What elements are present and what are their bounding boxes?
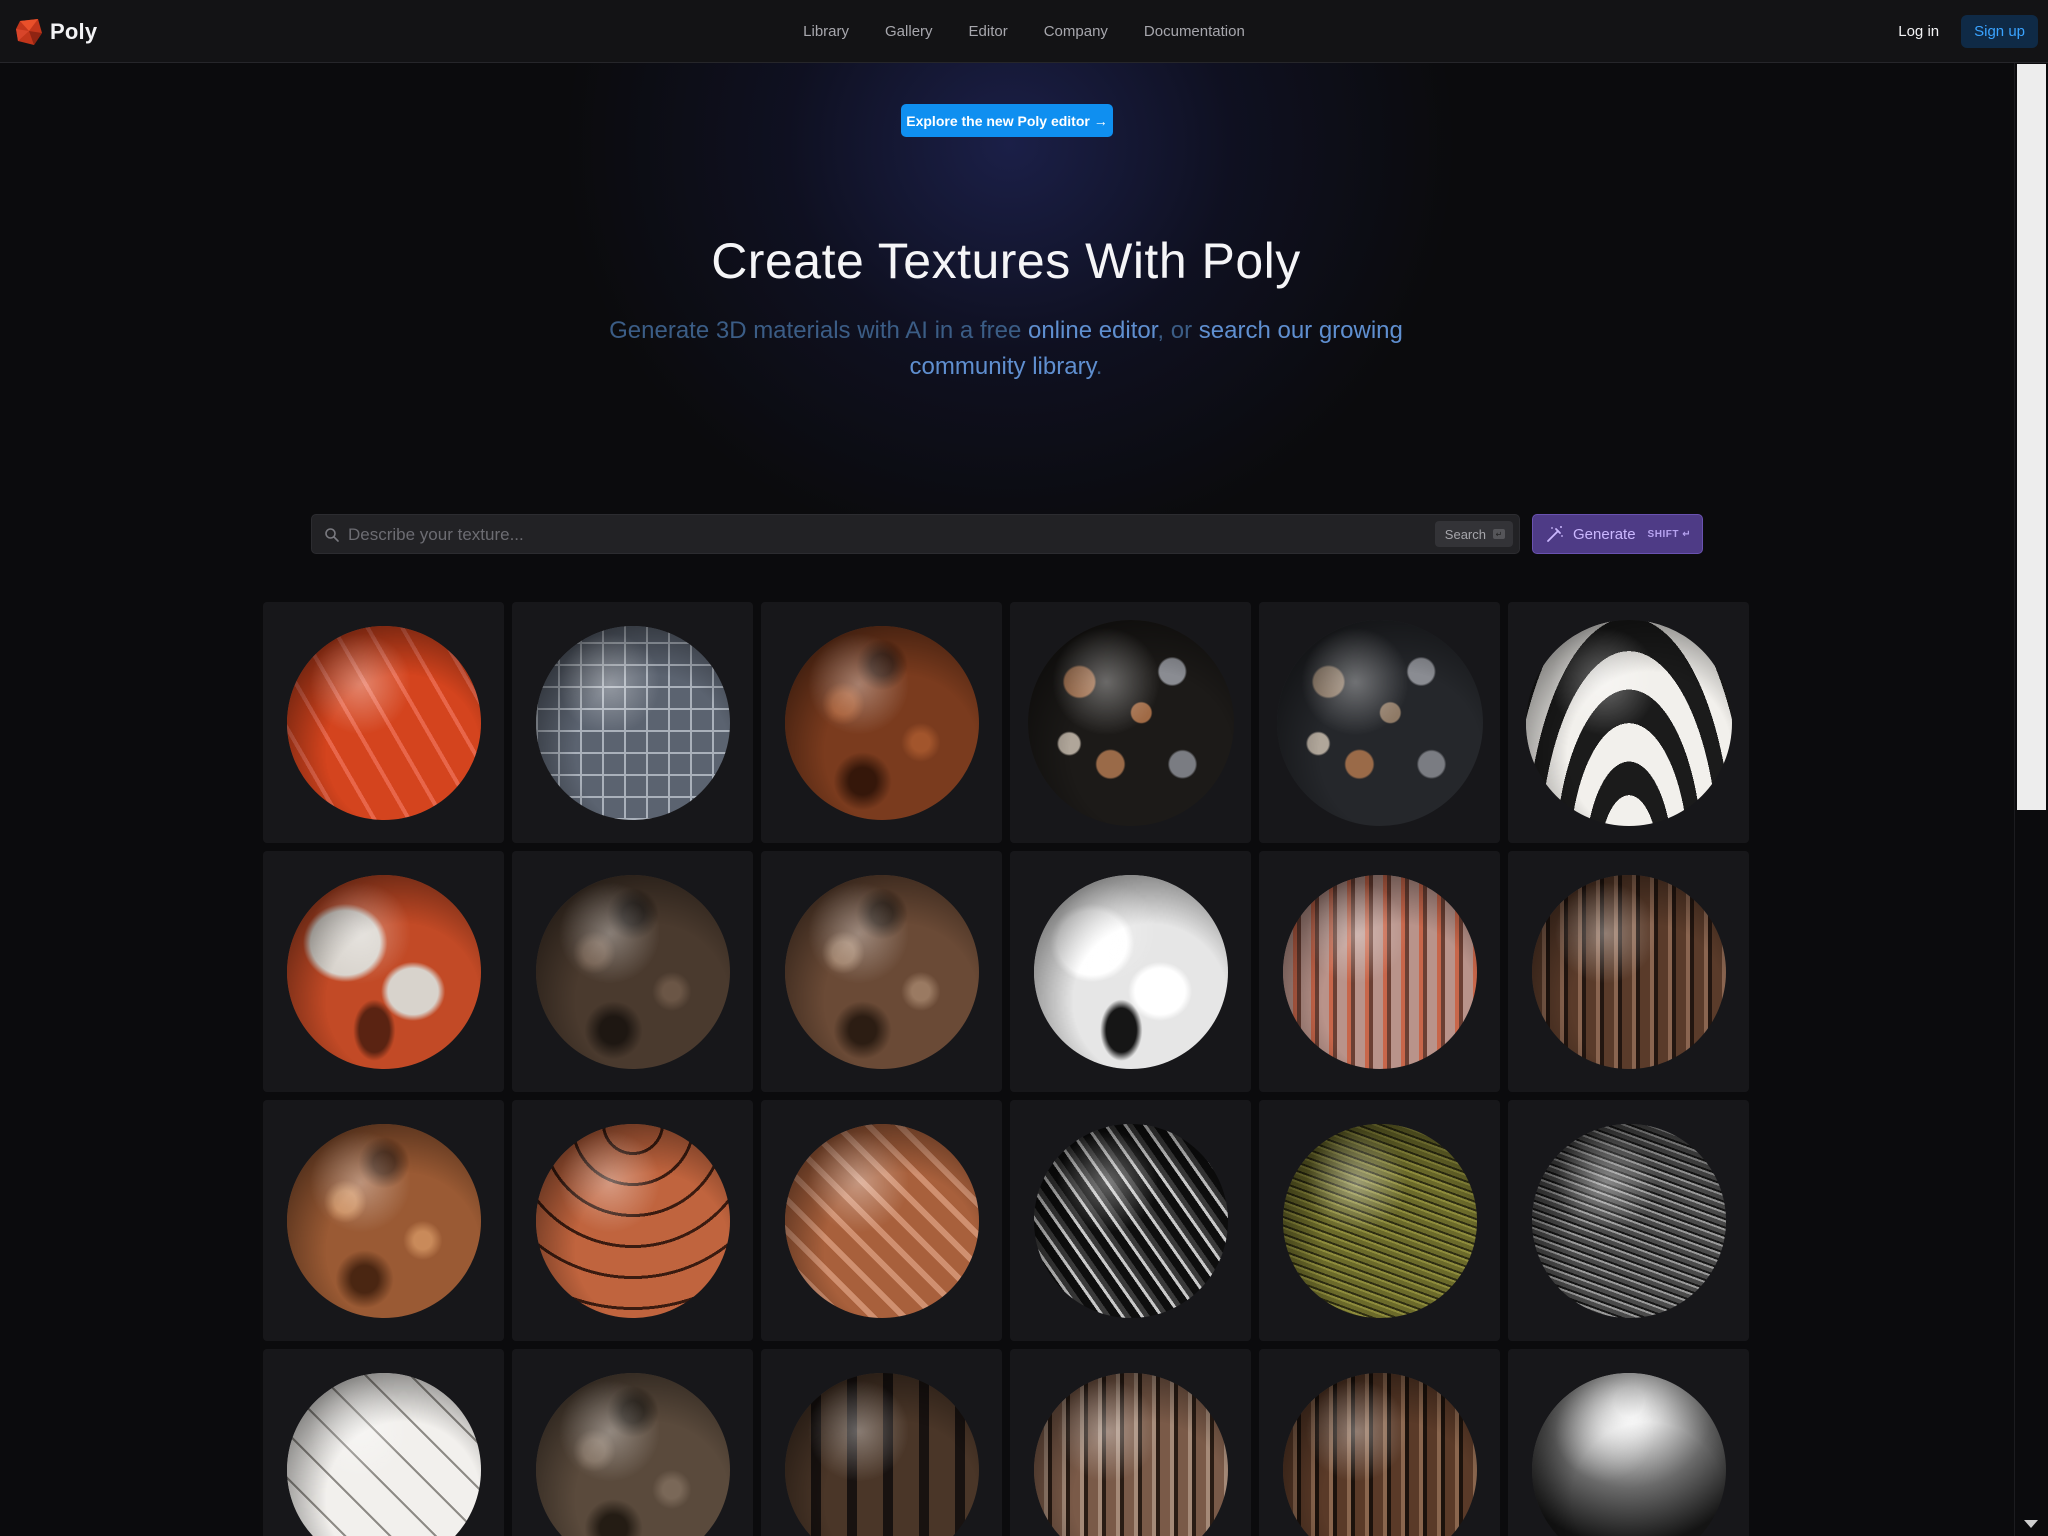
material-card[interactable] [761,851,1002,1092]
material-card[interactable] [512,1349,753,1536]
hero-title: Create Textures With Poly [711,233,1301,289]
material-preview-sphere [1282,874,1477,1069]
material-preview-sphere [784,1372,979,1536]
material-card[interactable] [1508,1100,1749,1341]
material-preview-sphere [1033,1123,1228,1318]
generate-label: Generate [1573,525,1636,543]
material-preview-sphere [535,625,730,820]
material-preview-sphere [286,874,481,1069]
scrollbar-thumb[interactable] [2017,64,2046,810]
material-card[interactable] [1259,1100,1500,1341]
magic-wand-icon [1547,526,1563,542]
material-card[interactable] [263,1349,504,1536]
explore-editor-button[interactable]: Explore the new Poly editor → [901,104,1113,137]
material-preview-sphere [1276,619,1483,826]
material-preview-sphere [1033,1372,1228,1536]
nav-auth: Log in Sign up [1898,15,2038,48]
material-card[interactable] [1010,1100,1251,1341]
material-card[interactable] [512,1100,753,1341]
material-card[interactable] [1259,851,1500,1092]
top-navbar: Poly Library Gallery Editor Company Docu… [0,0,2048,63]
login-link[interactable]: Log in [1898,23,1939,40]
material-preview-sphere [784,625,979,820]
material-preview-sphere [1531,874,1726,1069]
material-grid [263,602,1753,1536]
search-button[interactable]: Search ↵ [1434,521,1513,547]
material-card[interactable] [1508,851,1749,1092]
material-preview-sphere [286,1372,481,1536]
material-preview-sphere [1282,1123,1477,1318]
material-preview-sphere [1282,1372,1477,1536]
enter-key-icon: ↵ [1493,529,1505,539]
material-card[interactable] [1259,1349,1500,1536]
material-card[interactable] [512,602,753,843]
material-preview-sphere [1531,1123,1726,1318]
online-editor-link[interactable]: online editor [1028,317,1157,344]
hero-subtitle-text: , or [1157,317,1199,344]
search-icon [325,528,339,542]
page-scrollbar[interactable] [2014,63,2048,1536]
generate-button[interactable]: Generate SHIFT ↵ [1532,514,1703,554]
material-card[interactable] [512,851,753,1092]
nav-link-company[interactable]: Company [1026,23,1126,40]
nav-link-editor[interactable]: Editor [951,23,1026,40]
material-card[interactable] [1010,1349,1251,1536]
material-card[interactable] [761,1100,1002,1341]
material-preview-sphere [535,1372,730,1536]
material-card[interactable] [1010,602,1251,843]
page: Poly Library Gallery Editor Company Docu… [0,0,2048,1536]
material-card[interactable] [263,851,504,1092]
texture-search-input[interactable] [346,515,1410,555]
hero-subtitle-text: . [1095,353,1103,380]
material-card[interactable] [1010,851,1251,1092]
nav-link-gallery[interactable]: Gallery [867,23,951,40]
nav-link-documentation[interactable]: Documentation [1126,23,1263,40]
material-preview-sphere [1033,874,1228,1069]
material-preview-sphere [286,625,481,820]
material-card[interactable] [263,1100,504,1341]
material-card[interactable] [1508,1349,1749,1536]
material-preview-sphere [784,874,979,1069]
material-card[interactable] [1508,602,1749,843]
material-preview-sphere [535,1123,730,1318]
material-preview-sphere [1027,619,1234,826]
material-preview-sphere [1525,619,1732,826]
generate-shortcut: SHIFT ↵ [1647,528,1692,540]
search-button-label: Search [1444,526,1486,542]
material-preview-sphere [535,874,730,1069]
hero-subtitle: Generate 3D materials with AI in a free … [566,313,1446,385]
material-preview-sphere [784,1123,979,1318]
nav-link-library[interactable]: Library [785,23,867,40]
signup-button[interactable]: Sign up [1961,15,2038,48]
material-preview-sphere [286,1123,481,1318]
material-card[interactable] [1259,602,1500,843]
hero-subtitle-text: Generate 3D materials with AI in a free [609,317,1028,344]
scroll-down-arrow-icon[interactable] [2024,1520,2038,1528]
nav-links: Library Gallery Editor Company Documenta… [0,0,2048,63]
material-card[interactable] [761,1349,1002,1536]
texture-search-bar: Search ↵ [311,514,1520,555]
material-card[interactable] [761,602,1002,843]
material-card[interactable] [263,602,504,843]
material-preview-sphere [1531,1372,1726,1536]
